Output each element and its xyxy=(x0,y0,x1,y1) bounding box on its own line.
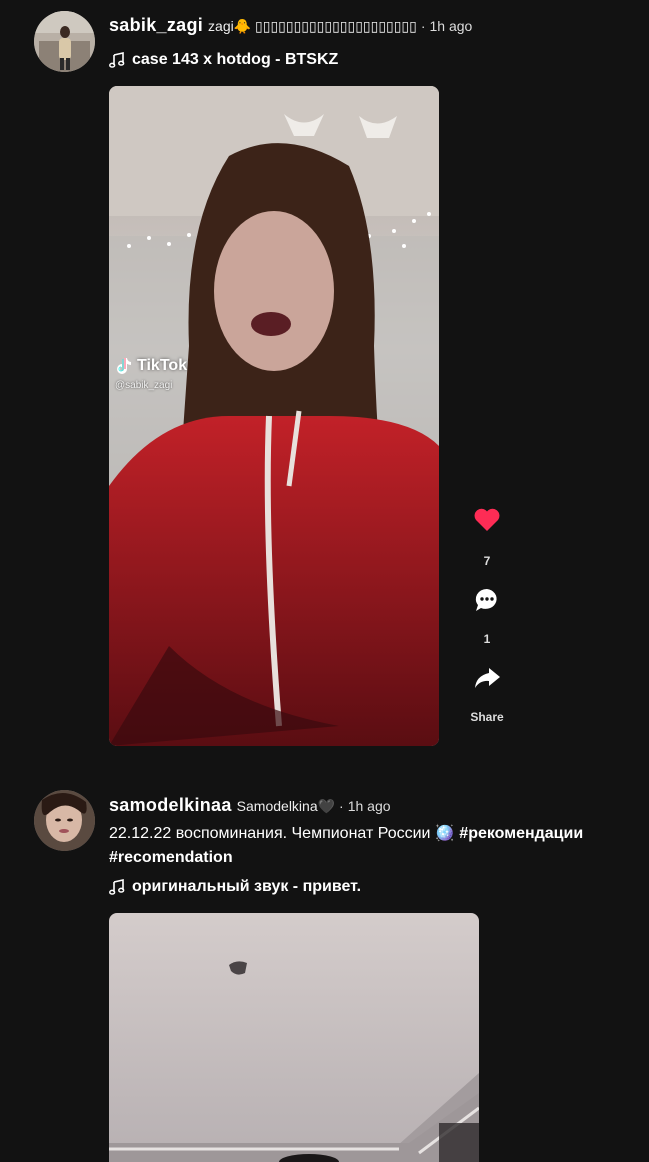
music-note-icon xyxy=(109,52,125,68)
heart-icon[interactable] xyxy=(471,504,503,536)
nickname: zagi🐥 ▯▯▯▯▯▯▯▯▯▯▯▯▯▯▯▯▯▯▯▯▯ xyxy=(208,18,417,34)
music-note-icon xyxy=(109,879,125,895)
watermark-logo-text: TikTok xyxy=(137,357,188,374)
separator: · xyxy=(339,798,344,814)
post-caption: 22.12.22 воспоминания. Чемпионат России … xyxy=(109,822,629,870)
hashtag-link[interactable]: #recomendation xyxy=(109,849,233,866)
username[interactable]: samodelkinaa xyxy=(109,795,232,816)
video-player[interactable] xyxy=(109,913,479,1162)
comment-count: 1 xyxy=(483,632,491,646)
music-title: оригинальный звук - привет. xyxy=(132,878,362,895)
post-header: sabik_zagi zagi🐥 ▯▯▯▯▯▯▯▯▯▯▯▯▯▯▯▯▯▯▯▯▯ ·… xyxy=(109,15,472,36)
comment-icon[interactable] xyxy=(473,586,501,614)
action-bar: 7 1 Share xyxy=(467,504,507,742)
hashtag-link[interactable]: #рекомендации xyxy=(459,825,583,842)
share-label[interactable]: Share xyxy=(467,710,507,724)
music-link[interactable]: оригинальный звук - привет. xyxy=(109,878,361,896)
nickname: Samodelkina🖤 xyxy=(236,798,336,814)
video-player[interactable]: TikTok @sabik_zagi xyxy=(109,86,439,746)
post-header: samodelkinaa Samodelkina🖤 · 1h ago xyxy=(109,795,391,816)
avatar[interactable] xyxy=(34,11,95,72)
tiktok-watermark: TikTok @sabik_zagi xyxy=(115,356,187,391)
like-count: 7 xyxy=(483,554,491,568)
share-icon[interactable] xyxy=(472,664,502,692)
avatar[interactable] xyxy=(34,790,95,851)
tiktok-logo-icon xyxy=(117,358,131,374)
watermark-handle: @sabik_zagi xyxy=(115,380,173,391)
video-frame xyxy=(109,86,439,746)
post-2: samodelkinaa Samodelkina🖤 · 1h ago 22.12… xyxy=(0,780,649,1162)
video-frame xyxy=(109,913,479,1162)
music-title: case 143 x hotdog - BTSKZ xyxy=(132,51,339,68)
post-time: 1h ago xyxy=(429,18,473,34)
music-link[interactable]: case 143 x hotdog - BTSKZ xyxy=(109,51,338,69)
separator: · xyxy=(420,18,426,34)
username[interactable]: sabik_zagi xyxy=(109,15,203,36)
caption-text: 22.12.22 воспоминания. Чемпионат России … xyxy=(109,825,455,842)
post-1: sabik_zagi zagi🐥 ▯▯▯▯▯▯▯▯▯▯▯▯▯▯▯▯▯▯▯▯▯ ·… xyxy=(0,0,649,770)
post-time: 1h ago xyxy=(347,798,391,814)
